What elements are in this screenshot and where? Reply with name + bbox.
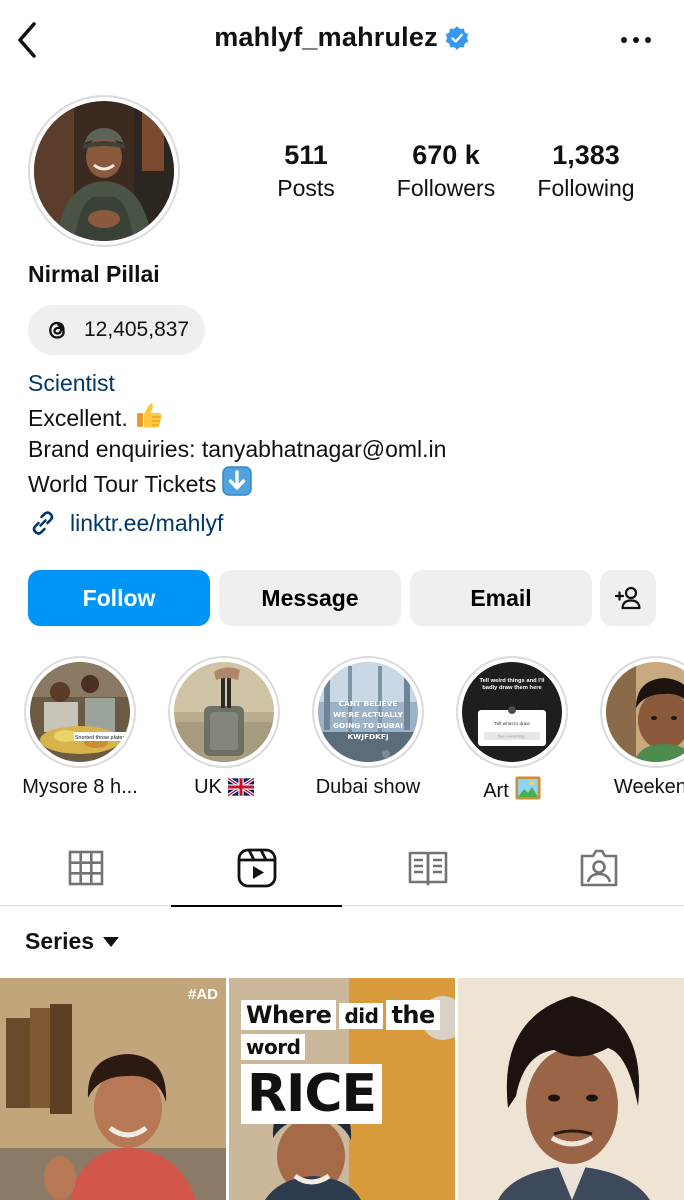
following-value: 1,383: [552, 140, 620, 170]
reel-title-word: word: [241, 1034, 306, 1060]
highlight-ring: [168, 656, 280, 768]
highlight-label: Mysore 8 h...: [22, 776, 138, 798]
highlight-overlay-text: CANT BELIEVE WE'RE ACTUALLY GOING TO DUB…: [332, 699, 404, 741]
highlight-ring: CANT BELIEVE WE'RE ACTUALLY GOING TO DUB…: [312, 656, 424, 768]
highlight-prompt-text: Tell weird things and I'll badly draw th…: [479, 678, 545, 691]
followers-label: Followers: [396, 175, 496, 201]
bio: Scientist Excellent. Brand enquiries: ta…: [28, 368, 446, 500]
more-horizontal-icon: [621, 37, 651, 43]
username-header: mahlyf_mahrulez: [0, 22, 684, 53]
highlight-ring: Tell weird things and I'll badly draw th…: [456, 656, 568, 768]
tab-tagged[interactable]: [513, 830, 684, 906]
highlight-label: Dubai show: [315, 776, 421, 798]
reel-thumbnail[interactable]: #AD: [0, 978, 226, 1200]
avatar-photo: [34, 101, 174, 241]
posts-value: 511: [284, 140, 328, 170]
suggested-users-button[interactable]: [600, 570, 656, 626]
bio-line-3: World Tour Tickets: [28, 465, 446, 501]
reel-image-1: [0, 978, 226, 1200]
highlight-label-row: UK: [160, 776, 288, 799]
down-arrow-emoji-icon: [222, 465, 253, 496]
threads-badge[interactable]: 12,405,837: [28, 305, 206, 355]
highlight-label: UK: [194, 776, 222, 798]
highlight-ring: [600, 656, 684, 768]
more-options-button[interactable]: [616, 24, 656, 56]
highlight-cover-mysore: Snorted those plates: [30, 662, 130, 762]
tab-reels[interactable]: [171, 830, 342, 907]
message-button[interactable]: Message: [219, 570, 401, 626]
thumbs-up-icon: [136, 402, 162, 427]
reel-title: Where did the word RICE: [241, 1000, 447, 1124]
tab-guides[interactable]: [342, 830, 513, 906]
highlight-dubai-show[interactable]: CANT BELIEVE WE'RE ACTUALLY GOING TO DUB…: [304, 656, 432, 799]
highlight-cover-uk: [174, 662, 274, 762]
add-user-icon: [614, 586, 641, 610]
reel-thumbnail[interactable]: Where did the word RICE: [229, 978, 455, 1200]
threads-icon: [49, 321, 65, 339]
profile-tabs: [0, 830, 684, 907]
framed-picture-icon: [515, 776, 541, 800]
highlight-caption: Snorted those plates: [75, 735, 126, 741]
posts-count: 511 Posts: [236, 140, 376, 202]
link-text[interactable]: linktr.ee/mahlyf: [70, 510, 223, 537]
reel-title-word: Where: [241, 1000, 337, 1030]
highlight-mysore[interactable]: Snorted those plates Mysore 8 h...: [16, 656, 144, 799]
reels-icon: [237, 848, 276, 888]
link-icon: [32, 511, 54, 535]
follow-button[interactable]: Follow: [28, 570, 210, 626]
highlight-cover-weekend: [606, 662, 684, 762]
highlight-label: Art: [483, 780, 509, 802]
reels-grid: #AD Where did the word RICE: [0, 978, 684, 1200]
bio-text-3: World Tour Tickets: [28, 470, 217, 497]
highlight-ring: Snorted those plates: [24, 656, 136, 768]
highlight-box-placeholder: Type something...: [497, 735, 527, 739]
grid-icon: [68, 850, 103, 886]
highlight-label: Weekend: [613, 776, 684, 798]
followers-count[interactable]: 670 k Followers: [376, 140, 516, 202]
bio-line-2: Brand enquiries: tanyabhatnagar@oml.in: [28, 436, 447, 462]
series-dropdown[interactable]: Series: [25, 928, 120, 955]
highlight-cover-dubai: CANT BELIEVE WE'RE ACTUALLY GOING TO DUB…: [318, 662, 418, 762]
reel-title-word: did: [339, 1003, 384, 1029]
uk-flag-icon: [227, 778, 254, 796]
highlight-label-row: Art: [448, 776, 576, 803]
caret-down-icon: [103, 936, 120, 947]
reel-title-word: the: [386, 1000, 440, 1030]
full-name: Nirmal Pillai: [28, 261, 160, 287]
tab-posts-grid[interactable]: [0, 830, 171, 906]
threads-count: 12,405,837: [84, 318, 190, 341]
following-label: Following: [537, 175, 635, 201]
bio-line-1: Excellent.: [28, 400, 446, 435]
guides-icon: [408, 851, 447, 886]
profile-avatar[interactable]: [28, 95, 180, 247]
following-count[interactable]: 1,383 Following: [516, 140, 656, 202]
story-highlights: Snorted those plates Mysore 8 h... UK CA…: [0, 656, 684, 806]
highlight-box-title: Tell what to draw: [494, 721, 530, 727]
bio-text-1: Excellent.: [28, 404, 128, 431]
email-button[interactable]: Email: [410, 570, 592, 626]
verified-badge-icon: [445, 25, 469, 50]
followers-value: 670 k: [412, 140, 480, 170]
username: mahlyf_mahrulez: [214, 22, 438, 52]
profile-link[interactable]: linktr.ee/mahlyf: [28, 508, 223, 538]
reel-image-3: [458, 978, 684, 1200]
posts-label: Posts: [277, 175, 335, 201]
tagged-icon: [580, 849, 617, 887]
highlight-cover-art: Tell weird things and I'll badly draw th…: [462, 662, 562, 762]
series-label: Series: [25, 928, 95, 954]
bio-category[interactable]: Scientist: [28, 368, 446, 400]
highlight-weekend[interactable]: Weekend: [592, 656, 684, 799]
highlight-art[interactable]: Tell weird things and I'll badly draw th…: [448, 656, 576, 803]
ad-tag: #AD: [187, 986, 218, 1003]
top-bar: mahlyf_mahrulez: [0, 0, 684, 80]
reel-title-big-word: RICE: [241, 1064, 383, 1124]
highlight-uk[interactable]: UK: [160, 656, 288, 799]
reel-thumbnail[interactable]: [458, 978, 684, 1200]
